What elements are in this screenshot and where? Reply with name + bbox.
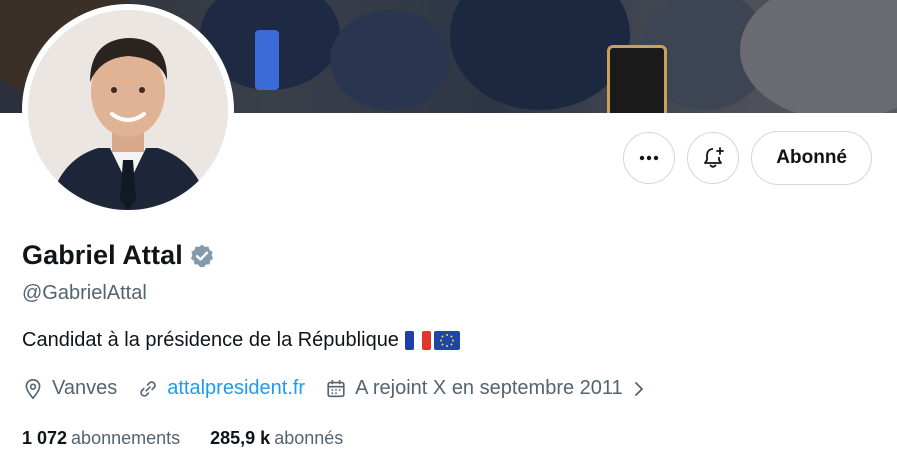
profile-meta: Vanves attalpresident.fr A rejoint X en … — [22, 377, 647, 400]
join-date[interactable]: A rejoint X en septembre 2011 — [325, 377, 647, 400]
followers-label: abonnés — [274, 428, 344, 448]
verified-badge-icon[interactable] — [189, 243, 215, 269]
more-button[interactable] — [623, 132, 676, 184]
location: Vanves — [22, 377, 117, 400]
profile-handle: @GabrielAttal — [22, 282, 147, 304]
following-button[interactable]: Abonné — [751, 131, 872, 185]
followers-stat[interactable]: 285,9 k abonnés — [210, 428, 343, 449]
profile-name-row: Gabriel Attal — [22, 240, 215, 271]
website-link[interactable]: attalpresident.fr — [167, 377, 305, 400]
profile-stats: 1 072 abonnements 285,9 k abonnés — [22, 428, 343, 449]
bio-emojis — [404, 331, 460, 350]
eu-flag-icon — [433, 331, 460, 350]
avatar-frame — [22, 4, 234, 216]
profile-bio: Candidat à la présidence de la Républiqu… — [22, 329, 460, 352]
notifications-button[interactable] — [687, 132, 740, 184]
following-label: abonnements — [71, 428, 181, 448]
followers-count: 285,9 k — [210, 428, 271, 448]
location-text: Vanves — [52, 377, 118, 399]
location-pin-icon — [25, 378, 41, 399]
bio-text: Candidat à la présidence de la Républiqu… — [22, 329, 399, 351]
chevron-right-icon — [634, 381, 643, 396]
following-stat[interactable]: 1 072 abonnements — [22, 428, 180, 449]
following-count: 1 072 — [22, 428, 68, 448]
link-icon — [140, 380, 156, 397]
profile-actions: Abonné — [623, 131, 872, 185]
join-date-text: A rejoint X en septembre 2011 — [355, 377, 623, 399]
calendar-icon — [327, 379, 345, 397]
profile-name: Gabriel Attal — [22, 240, 183, 270]
more-horizontal-icon — [640, 155, 659, 161]
french-flag-icon — [404, 331, 431, 350]
avatar[interactable] — [28, 10, 228, 210]
bell-plus-icon — [704, 147, 725, 168]
avatar-portrait — [28, 10, 228, 210]
website: attalpresident.fr — [137, 377, 305, 400]
